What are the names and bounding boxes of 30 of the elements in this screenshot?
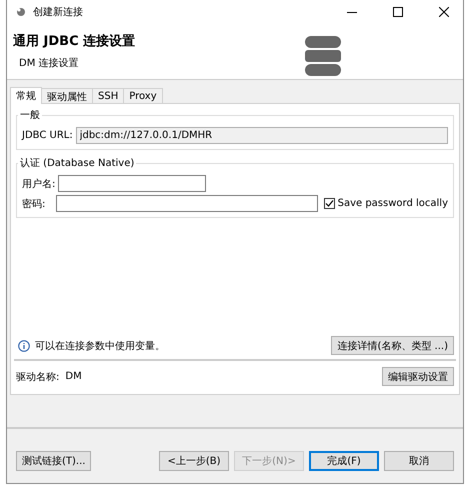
header-title: 通用 JDBC 连接设置 — [13, 32, 136, 50]
checkbox[interactable] — [324, 198, 335, 209]
url-label: JDBC URL: — [22, 130, 73, 141]
info-text: 可以在连接参数中使用变量。 — [35, 340, 165, 352]
info-icon — [18, 340, 30, 352]
connection-details-button[interactable]: 连接详情(名称、类型 ...) — [331, 336, 454, 355]
driver-name: DM — [65, 371, 82, 382]
group-legend: 一般 — [18, 108, 42, 122]
close-icon[interactable] — [439, 7, 449, 17]
group-legend: 认证 (Database Native) — [18, 156, 136, 170]
url-field[interactable]: jdbc:dm://127.0.0.1/DMHR — [76, 127, 448, 144]
driver-label: 驱动名称: — [16, 370, 60, 384]
password-label: 密码: — [22, 198, 46, 210]
tab[interactable]: 常规 — [10, 87, 42, 104]
username-field[interactable] — [58, 175, 206, 192]
edit-driver-button[interactable]: 编辑驱动设置 — [382, 367, 454, 386]
maximize-icon[interactable] — [393, 7, 403, 17]
password-field[interactable] — [56, 195, 318, 212]
database-icon — [305, 36, 341, 76]
dialog-button[interactable]: 取消 — [384, 451, 454, 471]
window-title: 创建新连接 — [33, 6, 83, 19]
dialog-button[interactable]: <上一步(B) — [159, 451, 229, 471]
dialog-button[interactable]: 完成(F) — [309, 451, 379, 471]
test-connection-button[interactable]: 测试链接(T)... — [16, 451, 92, 471]
username-label: 用户名: — [22, 178, 56, 190]
app-icon — [15, 6, 27, 18]
checkbox-label: Save password locally — [338, 198, 448, 209]
tab[interactable]: 驱动属性 — [41, 88, 93, 103]
header-subtitle: DM 连接设置 — [19, 56, 80, 70]
tab[interactable]: Proxy — [123, 88, 163, 103]
